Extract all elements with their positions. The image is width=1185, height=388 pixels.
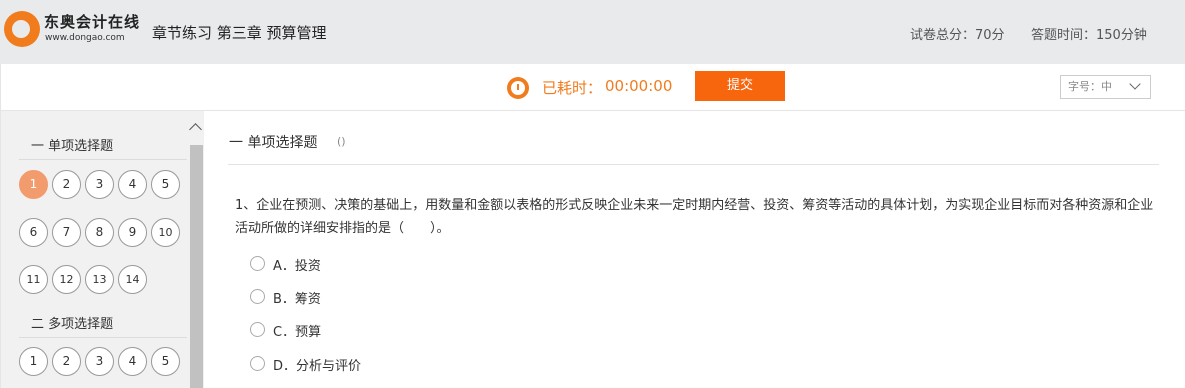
question-button-single-6[interactable]: 6 [19, 218, 48, 247]
question-button-single-14[interactable]: 14 [118, 265, 147, 294]
total-score: 试卷总分：70分 [910, 28, 1005, 43]
radio-button[interactable] [250, 322, 265, 337]
question-nav-sidebar: 一 单项选择题 1 2 3 4 5 6 7 8 9 10 11 12 13 14… [0, 111, 205, 388]
question-button-single-8[interactable]: 8 [85, 218, 114, 247]
logo-mark-icon [4, 11, 40, 47]
question-button-single-3[interactable]: 3 [85, 170, 114, 199]
question-button-single-11[interactable]: 11 [19, 265, 48, 294]
logo-url: www.dongao.com [45, 33, 125, 43]
section-heading-note: () [337, 135, 346, 148]
radio-button[interactable] [250, 289, 265, 304]
page-title: 章节练习 第三章 预算管理 [152, 24, 327, 42]
timer-bar: 已耗时： 00:00:00 提交 字号：中 [0, 64, 1185, 111]
radio-button[interactable] [250, 256, 265, 271]
top-header: 东奥会计在线 www.dongao.com 章节练习 第三章 预算管理 试卷总分… [0, 0, 1185, 64]
question-button-single-9[interactable]: 9 [118, 218, 147, 247]
section-title-multiple: 二 多项选择题 [31, 317, 114, 332]
scrollbar-thumb[interactable] [190, 145, 203, 388]
question-button-multiple-5[interactable]: 5 [151, 347, 180, 376]
submit-button[interactable]: 提交 [695, 71, 785, 101]
question-panel: 一 单项选择题 () 1、企业在预测、决策的基础上，用数量和金额以表格的形式反映… [204, 111, 1185, 388]
question-button-single-7[interactable]: 7 [52, 218, 81, 247]
question-button-multiple-3[interactable]: 3 [85, 347, 114, 376]
section-heading: 一 单项选择题 [229, 135, 318, 151]
question-button-multiple-4[interactable]: 4 [118, 347, 147, 376]
question-button-single-10[interactable]: 10 [151, 218, 180, 247]
option-label: C．预算 [273, 325, 322, 340]
font-size-select[interactable]: 字号：中 [1060, 75, 1151, 99]
question-stem: 1、企业在预测、决策的基础上，用数量和金额以表格的形式反映企业未来一定时期内经营… [235, 198, 1154, 236]
option-label: B．筹资 [273, 292, 321, 307]
question-button-single-4[interactable]: 4 [118, 170, 147, 199]
exam-duration: 答题时间：150分钟 [1031, 28, 1147, 43]
divider [19, 159, 187, 160]
dongao-logo[interactable]: 东奥会计在线 www.dongao.com [4, 10, 139, 54]
radio-button[interactable] [250, 356, 265, 371]
chevron-down-icon [1129, 78, 1141, 90]
section-title-single: 一 单项选择题 [31, 139, 114, 154]
question-button-single-5[interactable]: 5 [151, 170, 180, 199]
question-button-multiple-2[interactable]: 2 [52, 347, 81, 376]
logo-text: 东奥会计在线 [44, 13, 141, 31]
font-size-label: 字号：中 [1068, 80, 1112, 93]
question-button-single-1[interactable]: 1 [19, 170, 48, 199]
elapsed-time: 00:00:00 [605, 77, 673, 95]
divider [19, 337, 187, 338]
clock-icon [507, 77, 529, 99]
option-label: A．投资 [273, 259, 321, 274]
elapsed-label: 已耗时： [542, 79, 603, 97]
question-button-multiple-1[interactable]: 1 [19, 347, 48, 376]
question-button-single-12[interactable]: 12 [52, 265, 81, 294]
question-button-single-13[interactable]: 13 [85, 265, 114, 294]
question-button-single-2[interactable]: 2 [52, 170, 81, 199]
option-label: D．分析与评价 [273, 359, 362, 374]
divider [228, 164, 1159, 165]
